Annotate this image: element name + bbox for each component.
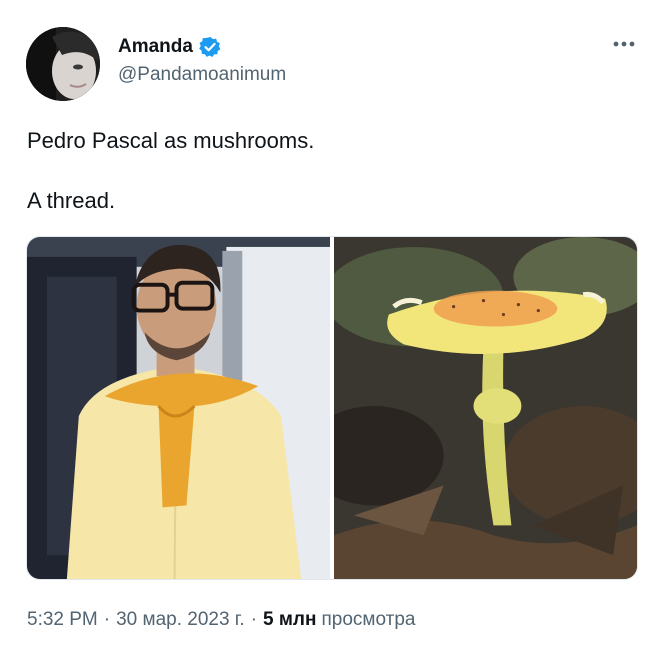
views-count: 5 млн <box>263 609 317 630</box>
author-handle[interactable]: @Pandamoanimum <box>118 64 286 86</box>
media-grid <box>26 236 638 580</box>
meta-separator: · <box>250 609 258 630</box>
tweet-meta: 5:32 PM · 30 мар. 2023 г. · 5 млн просмо… <box>27 609 415 631</box>
tweet-text: Pedro Pascal as mushrooms. A thread. <box>27 126 314 216</box>
tweet-text-line-1: Pedro Pascal as mushrooms. <box>27 128 315 153</box>
more-horizontal-icon[interactable] <box>610 34 638 54</box>
yellow-mushroom-photo[interactable] <box>334 237 637 579</box>
tweet-card[interactable]: Amanda @Pandamoanimum Pedro Pascal as mu… <box>0 0 666 660</box>
verified-badge-icon <box>199 36 221 58</box>
tweet-date[interactable]: 30 мар. 2023 г. <box>116 609 245 631</box>
tweet-time[interactable]: 5:32 PM <box>27 609 98 631</box>
avatar[interactable] <box>26 27 100 101</box>
man-in-yellow-outfit-photo[interactable] <box>27 237 330 579</box>
tweet-text-line-2: A thread. <box>27 188 116 213</box>
author-display-name[interactable]: Amanda <box>118 36 193 58</box>
author-name-row: Amanda <box>118 34 221 60</box>
views-label: просмотра <box>321 609 416 630</box>
meta-separator: · <box>103 609 111 630</box>
